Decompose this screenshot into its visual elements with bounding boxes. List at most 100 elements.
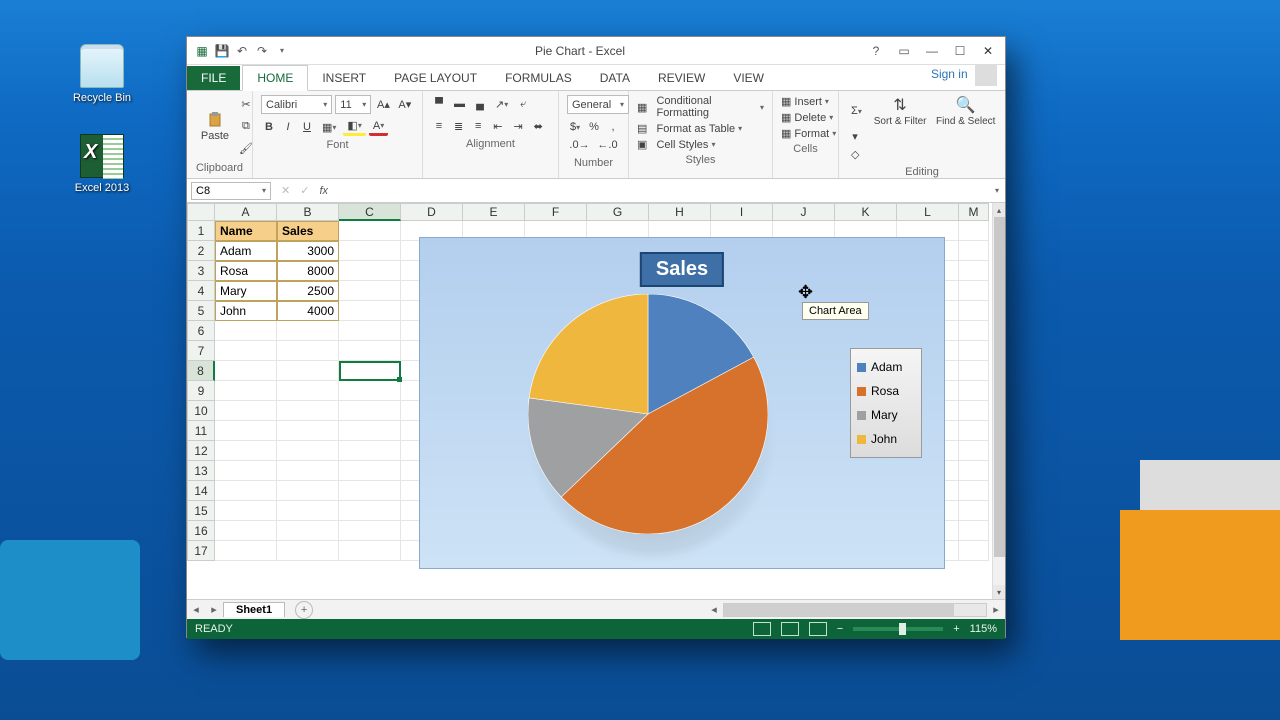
cell-A4[interactable]: Mary — [215, 281, 277, 301]
cell-C9[interactable] — [339, 381, 401, 401]
align-top-button[interactable]: ▀ — [431, 95, 447, 113]
cell-M4[interactable] — [959, 281, 989, 301]
cell-A7[interactable] — [215, 341, 277, 361]
cell-M3[interactable] — [959, 261, 989, 281]
cell-B15[interactable] — [277, 501, 339, 521]
delete-cells-button[interactable]: ▦ Delete ▾ — [781, 111, 830, 124]
cell-C2[interactable] — [339, 241, 401, 261]
column-header-L[interactable]: L — [897, 203, 959, 221]
merge-center-button[interactable]: ⬌ — [530, 117, 547, 135]
save-button[interactable]: 💾 — [213, 42, 231, 60]
cell-C15[interactable] — [339, 501, 401, 521]
zoom-slider-knob[interactable] — [899, 623, 906, 635]
column-header-M[interactable]: M — [959, 203, 989, 221]
conditional-formatting-button[interactable]: ▦ Conditional Formatting▾ — [637, 95, 764, 119]
increase-font-button[interactable]: A▴ — [374, 96, 392, 114]
font-color-button[interactable]: A▾ — [369, 118, 388, 136]
cell-B1[interactable]: Sales — [277, 221, 339, 241]
cell-A11[interactable] — [215, 421, 277, 441]
spreadsheet-grid[interactable]: ABCDEFGHIJKLM 1234567891011121314151617 … — [187, 203, 1005, 599]
autosum-button[interactable]: Σ▾ — [847, 102, 866, 120]
column-header-H[interactable]: H — [649, 203, 711, 221]
cell-C5[interactable] — [339, 301, 401, 321]
cell-C13[interactable] — [339, 461, 401, 481]
cell-C1[interactable] — [339, 221, 401, 241]
sign-in-link[interactable]: Sign in — [923, 60, 1005, 90]
format-painter-button[interactable]: 🖌 — [235, 139, 257, 157]
cell-A9[interactable] — [215, 381, 277, 401]
cell-M1[interactable] — [959, 221, 989, 241]
hscroll-right[interactable]: ▸ — [987, 603, 1005, 616]
cell-M2[interactable] — [959, 241, 989, 261]
excel-2013-shortcut[interactable]: Excel 2013 — [70, 134, 134, 194]
expand-formula-bar[interactable]: ▾ — [995, 186, 999, 195]
row-header-15[interactable]: 15 — [187, 501, 215, 521]
cell-B8[interactable] — [277, 361, 339, 381]
help-button[interactable]: ? — [863, 41, 889, 61]
cell-B17[interactable] — [277, 541, 339, 561]
tab-formulas[interactable]: FORMULAS — [491, 66, 586, 90]
row-header-1[interactable]: 1 — [187, 221, 215, 241]
fx-icon[interactable]: fx — [319, 185, 328, 197]
decrease-decimal-button[interactable]: ←.0 — [595, 136, 620, 154]
cell-C11[interactable] — [339, 421, 401, 441]
row-header-3[interactable]: 3 — [187, 261, 215, 281]
hscroll-thumb[interactable] — [724, 604, 954, 616]
clear-button[interactable]: ◇ — [847, 145, 863, 163]
row-header-8[interactable]: 8 — [187, 361, 215, 381]
column-header-I[interactable]: I — [711, 203, 773, 221]
qat-customize[interactable]: ▾ — [273, 42, 291, 60]
cell-B7[interactable] — [277, 341, 339, 361]
cell-A15[interactable] — [215, 501, 277, 521]
view-normal-button[interactable] — [753, 622, 771, 636]
font-size-combo[interactable]: 11▾ — [335, 95, 371, 114]
ribbon-display-options[interactable]: ▭ — [891, 41, 917, 61]
fill-button[interactable]: ▾ — [847, 127, 863, 145]
cell-A2[interactable]: Adam — [215, 241, 277, 261]
vertical-scrollbar[interactable]: ▴ ▾ — [992, 203, 1005, 599]
tab-file[interactable]: FILE — [187, 66, 240, 90]
paste-button[interactable]: Paste — [195, 95, 235, 159]
cell-A8[interactable] — [215, 361, 277, 381]
cell-M8[interactable] — [959, 361, 989, 381]
comma-format-button[interactable]: , — [605, 118, 621, 136]
column-header-F[interactable]: F — [525, 203, 587, 221]
cell-B6[interactable] — [277, 321, 339, 341]
cell-styles-button[interactable]: ▣ Cell Styles▾ — [637, 138, 764, 151]
column-header-K[interactable]: K — [835, 203, 897, 221]
decrease-font-button[interactable]: A▾ — [396, 96, 414, 114]
cell-M14[interactable] — [959, 481, 989, 501]
cell-C16[interactable] — [339, 521, 401, 541]
cell-B14[interactable] — [277, 481, 339, 501]
row-header-11[interactable]: 11 — [187, 421, 215, 441]
percent-format-button[interactable]: % — [586, 118, 602, 136]
cell-M12[interactable] — [959, 441, 989, 461]
cell-B4[interactable]: 2500 — [277, 281, 339, 301]
row-header-2[interactable]: 2 — [187, 241, 215, 261]
close-button[interactable]: ✕ — [975, 41, 1001, 61]
cell-C12[interactable] — [339, 441, 401, 461]
hscroll-left[interactable]: ◂ — [705, 603, 723, 616]
cell-M10[interactable] — [959, 401, 989, 421]
cell-M17[interactable] — [959, 541, 989, 561]
cell-A3[interactable]: Rosa — [215, 261, 277, 281]
cell-M7[interactable] — [959, 341, 989, 361]
recycle-bin-icon[interactable]: Recycle Bin — [70, 44, 134, 104]
zoom-in-button[interactable]: + — [953, 623, 959, 635]
chart-legend[interactable]: AdamRosaMaryJohn — [850, 348, 922, 458]
column-header-B[interactable]: B — [277, 203, 339, 221]
formula-input[interactable] — [338, 185, 985, 197]
legend-item-mary[interactable]: Mary — [855, 403, 917, 427]
zoom-out-button[interactable]: − — [837, 623, 843, 635]
pie-slice-john[interactable] — [529, 294, 648, 414]
cell-M15[interactable] — [959, 501, 989, 521]
legend-item-adam[interactable]: Adam — [855, 355, 917, 379]
sort-filter-button[interactable]: ⇅Sort & Filter — [869, 95, 932, 127]
font-name-combo[interactable]: Calibri▾ — [261, 95, 332, 114]
underline-button[interactable]: U — [299, 118, 315, 136]
select-all-corner[interactable] — [187, 203, 215, 221]
name-box[interactable]: C8▾ — [191, 182, 271, 200]
cell-A1[interactable]: Name — [215, 221, 277, 241]
cell-A13[interactable] — [215, 461, 277, 481]
cell-C7[interactable] — [339, 341, 401, 361]
